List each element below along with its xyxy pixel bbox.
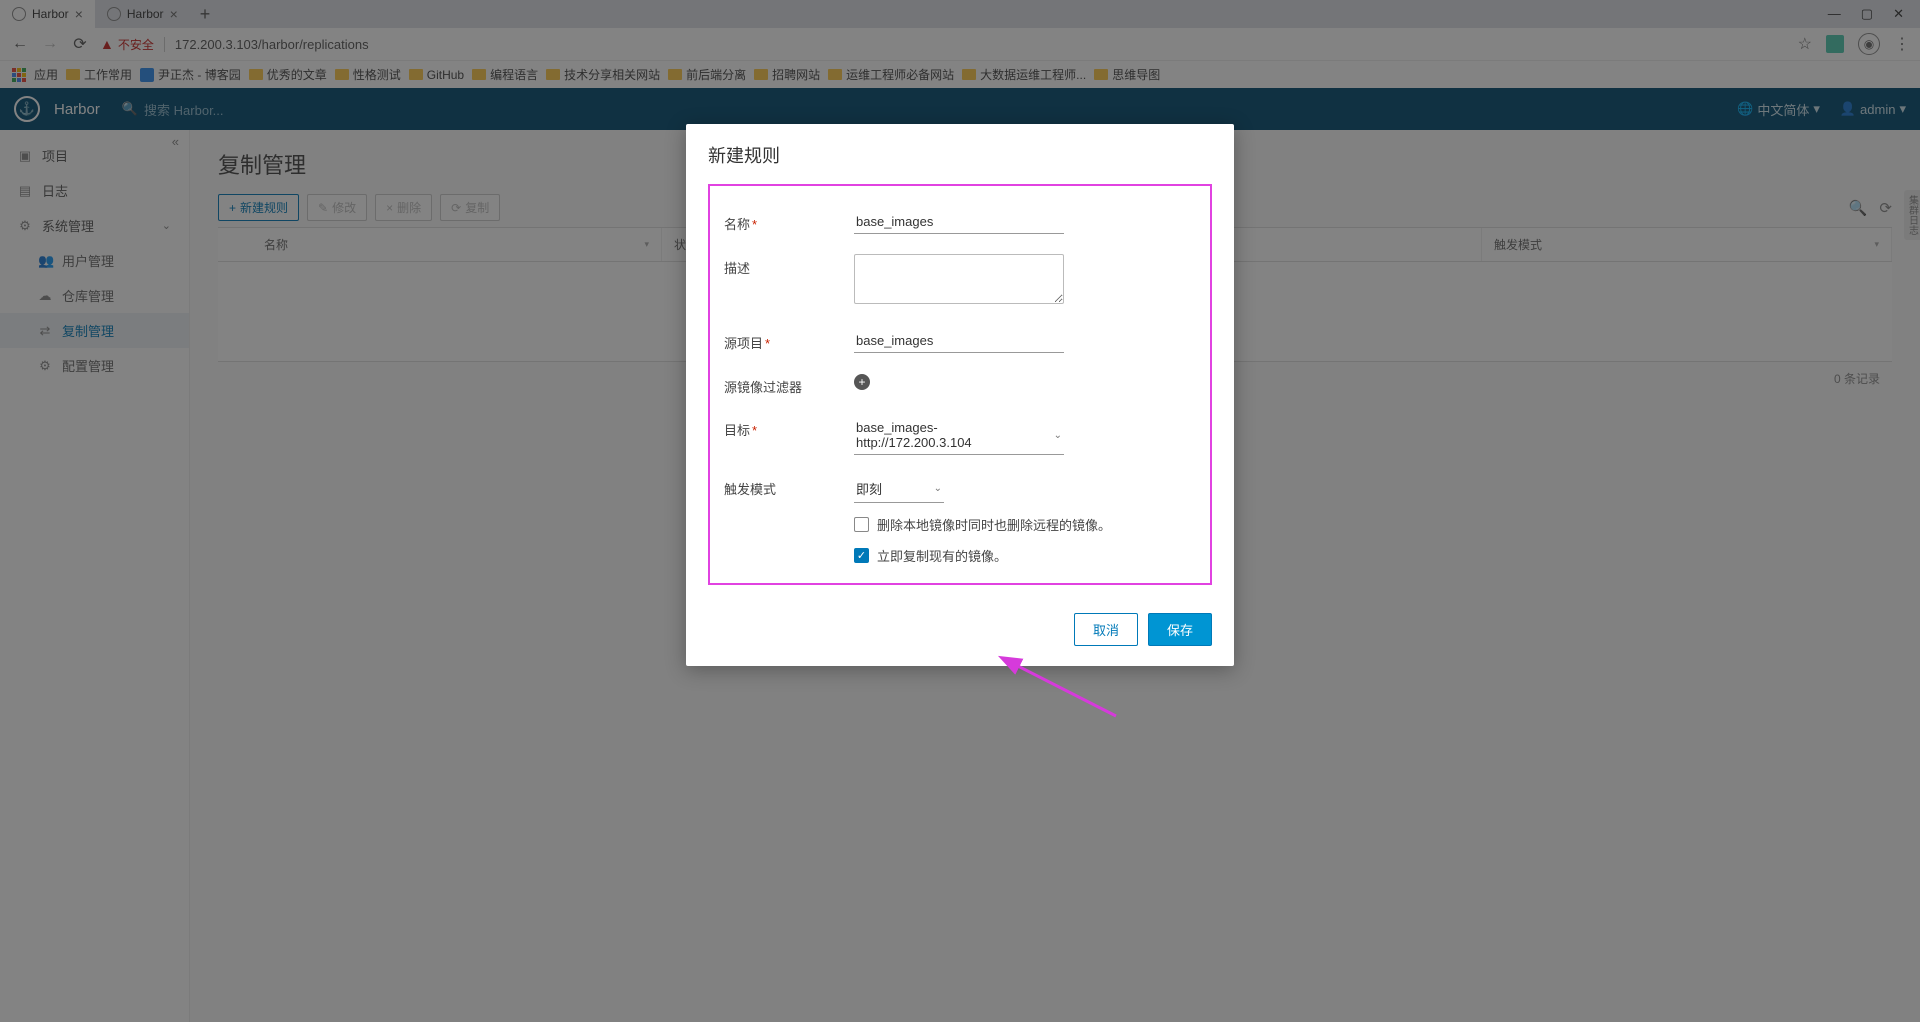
modal-overlay: 新建规则 名称* 描述 源项目* 源镜像过滤器 + 目标* <box>0 0 1920 1022</box>
label-filter: 源镜像过滤器 <box>724 373 854 396</box>
checkbox-unchecked[interactable] <box>854 517 869 532</box>
cancel-button[interactable]: 取消 <box>1074 613 1138 646</box>
desc-textarea[interactable] <box>854 254 1064 304</box>
delete-remote-checkbox-row[interactable]: 删除本地镜像时同时也删除远程的镜像。 <box>854 515 1196 534</box>
replicate-now-checkbox-row[interactable]: ✓ 立即复制现有的镜像。 <box>854 546 1196 565</box>
target-select[interactable]: base_images-http://172.200.3.104 ⌄ <box>854 416 1064 455</box>
new-rule-modal: 新建规则 名称* 描述 源项目* 源镜像过滤器 + 目标* <box>686 124 1234 666</box>
label-name: 名称* <box>724 210 854 233</box>
checkbox-checked[interactable]: ✓ <box>854 548 869 563</box>
label-target: 目标* <box>724 416 854 439</box>
label-desc: 描述 <box>724 254 854 277</box>
src-project-input[interactable] <box>854 329 1064 353</box>
chevron-down-icon: ⌄ <box>1054 430 1062 441</box>
label-src-project: 源项目* <box>724 329 854 352</box>
modal-footer: 取消 保存 <box>686 599 1234 666</box>
add-filter-button[interactable]: + <box>854 374 870 390</box>
modal-body: 名称* 描述 源项目* 源镜像过滤器 + 目标* base_images-htt… <box>708 184 1212 585</box>
trigger-select[interactable]: 即刻 ⌄ <box>854 475 944 503</box>
save-button[interactable]: 保存 <box>1148 613 1212 646</box>
name-input[interactable] <box>854 210 1064 234</box>
modal-title: 新建规则 <box>686 124 1234 178</box>
chevron-down-icon: ⌄ <box>934 483 942 494</box>
label-trigger: 触发模式 <box>724 475 854 498</box>
